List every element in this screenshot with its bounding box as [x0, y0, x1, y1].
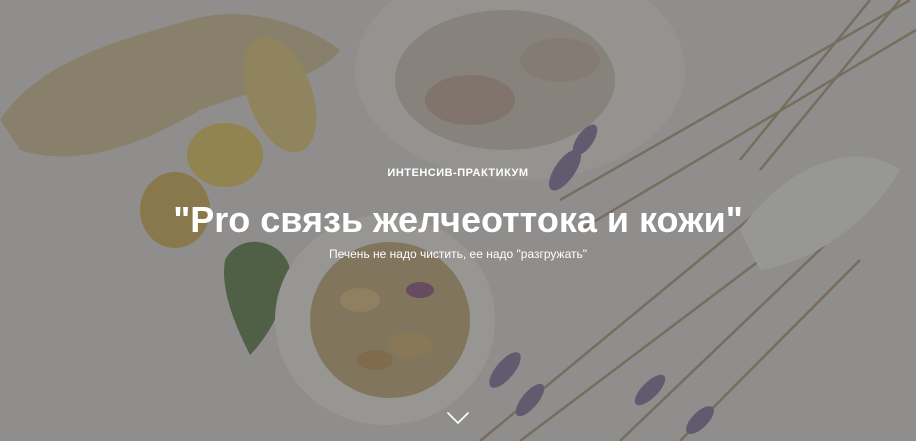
chevron-down-icon[interactable] [447, 411, 469, 425]
hero-eyebrow: ИНТЕНСИВ-ПРАКТИКУМ [387, 167, 529, 179]
hero-title: "Pro связь желчеоттока и кожи" [173, 199, 743, 240]
hero-content: ИНТЕНСИВ-ПРАКТИКУМ "Pro связь желчеотток… [0, 0, 916, 441]
hero-subtitle: Печень не надо чистить, ее надо "разгруж… [328, 247, 588, 261]
hero-section: ИНТЕНСИВ-ПРАКТИКУМ "Pro связь желчеотток… [0, 0, 916, 441]
